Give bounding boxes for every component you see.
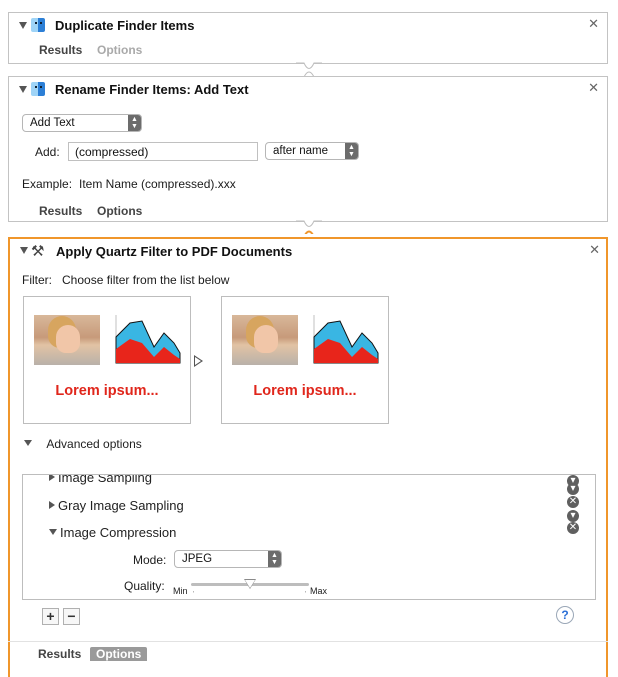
collapse-icon[interactable]: ▾ bbox=[567, 483, 579, 495]
quality-slider-knob[interactable] bbox=[244, 579, 256, 589]
action-title: Rename Finder Items: Add Text bbox=[55, 82, 249, 97]
position-value: after name bbox=[273, 145, 328, 157]
list-item-label: Image Sampling bbox=[58, 474, 152, 485]
disclosure-triangle-icon[interactable] bbox=[20, 247, 28, 254]
disclosure-triangle-icon bbox=[24, 440, 32, 446]
remove-icon[interactable]: ✕ bbox=[567, 522, 579, 534]
quality-label: Quality: bbox=[124, 579, 165, 593]
arrow-right-icon bbox=[194, 355, 203, 367]
preview-text: Lorem ipsum... bbox=[55, 383, 159, 399]
list-item-image-compression[interactable]: Image Compression bbox=[49, 525, 176, 540]
sample-area-chart bbox=[115, 315, 181, 364]
list-item-gray-image-sampling[interactable]: Gray Image Sampling bbox=[49, 498, 184, 513]
finder-icon bbox=[31, 18, 45, 32]
mode-label: Mode: bbox=[133, 553, 167, 567]
disclosure-triangle-icon[interactable] bbox=[19, 86, 27, 93]
filter-options-list: Image Sampling Gray Image Sampling Image… bbox=[22, 474, 596, 600]
slider-tick: ' bbox=[305, 591, 307, 598]
advanced-options-toggle[interactable]: Advanced options bbox=[24, 437, 142, 451]
disclosure-triangle-icon bbox=[49, 501, 55, 509]
sample-area-chart bbox=[313, 315, 379, 364]
remove-button[interactable]: − bbox=[63, 608, 80, 625]
collapse-icon[interactable]: ▾ bbox=[567, 510, 579, 522]
tab-options[interactable]: Options bbox=[90, 647, 148, 661]
tools-icon: ⚒ bbox=[31, 243, 45, 260]
tab-results[interactable]: Results bbox=[39, 43, 82, 57]
close-icon[interactable]: ✕ bbox=[588, 16, 599, 32]
position-popup[interactable]: after name ▲ ▼ bbox=[265, 142, 359, 160]
tab-options[interactable]: Options bbox=[97, 204, 142, 218]
tab-options[interactable]: Options bbox=[97, 43, 142, 57]
quality-min-label: Min bbox=[173, 586, 188, 596]
close-icon[interactable]: ✕ bbox=[589, 242, 600, 258]
disclosure-triangle-icon bbox=[49, 475, 55, 481]
add-label: Add: bbox=[35, 145, 60, 159]
tab-results[interactable]: Results bbox=[39, 204, 82, 218]
add-button[interactable]: + bbox=[42, 608, 59, 625]
close-icon[interactable]: ✕ bbox=[588, 80, 599, 96]
finder-icon bbox=[31, 82, 45, 96]
preview-before: Lorem ipsum... bbox=[23, 296, 191, 424]
rename-mode-value: Add Text bbox=[30, 117, 75, 129]
rename-mode-popup[interactable]: Add Text ▲ ▼ bbox=[22, 114, 142, 132]
chevron-updown-icon: ▲ ▼ bbox=[345, 143, 358, 159]
action-duplicate-finder-items: Duplicate Finder Items ✕ Results Options bbox=[8, 12, 608, 64]
preview-after: Lorem ipsum... bbox=[221, 296, 389, 424]
sample-photo bbox=[34, 315, 100, 365]
example-value: Item Name (compressed).xxx bbox=[79, 177, 236, 191]
compression-mode-value: JPEG bbox=[182, 553, 213, 565]
compression-mode-popup[interactable]: JPEG ▲ ▼ bbox=[174, 550, 282, 568]
chevron-updown-icon: ▲ ▼ bbox=[128, 115, 141, 131]
list-item-label: Image Compression bbox=[60, 525, 177, 540]
tab-results[interactable]: Results bbox=[38, 647, 81, 661]
divider bbox=[8, 641, 608, 642]
list-item-image-sampling[interactable]: Image Sampling bbox=[49, 474, 152, 485]
filter-hint: Choose filter from the list below bbox=[62, 273, 230, 287]
example-label: Example: bbox=[22, 177, 73, 191]
add-text-field[interactable] bbox=[68, 142, 258, 161]
action-rename-finder-items: Rename Finder Items: Add Text ✕ Add Text… bbox=[8, 76, 608, 222]
action-connector bbox=[296, 62, 322, 76]
slider-tick: ' bbox=[193, 591, 195, 598]
remove-icon[interactable]: ✕ bbox=[567, 496, 579, 508]
list-item-label: Gray Image Sampling bbox=[58, 498, 184, 513]
preview-text: Lorem ipsum... bbox=[253, 383, 357, 399]
filter-label: Filter: bbox=[22, 273, 52, 287]
action-title: Duplicate Finder Items bbox=[55, 18, 195, 33]
advanced-options-label: Advanced options bbox=[46, 437, 142, 451]
disclosure-triangle-icon[interactable] bbox=[19, 22, 27, 29]
quality-max-label: Max bbox=[310, 586, 328, 596]
action-title: Apply Quartz Filter to PDF Documents bbox=[56, 244, 293, 259]
chevron-updown-icon: ▲ ▼ bbox=[268, 551, 281, 567]
action-connector bbox=[296, 220, 322, 234]
disclosure-triangle-icon bbox=[49, 529, 57, 535]
help-button[interactable]: ? bbox=[556, 606, 574, 624]
sample-photo bbox=[232, 315, 298, 365]
